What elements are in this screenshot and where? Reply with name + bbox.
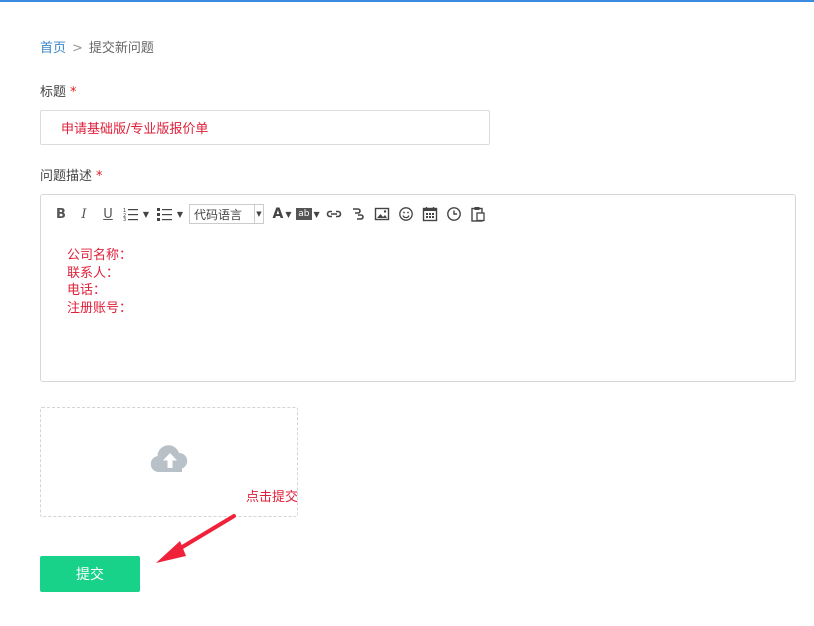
link-icon — [326, 210, 342, 218]
highlight-icon: ab — [296, 208, 312, 220]
bold-button[interactable]: B — [51, 203, 71, 225]
required-mark: * — [70, 85, 77, 100]
description-label: 问题描述 * — [40, 168, 103, 186]
unlink-button[interactable] — [346, 203, 370, 225]
highlight-button[interactable]: ab ▼ — [294, 203, 322, 225]
content-line: 注册账号： — [67, 300, 133, 316]
content-line: 电话： — [67, 283, 107, 298]
code-language-value: 代码语言 — [194, 207, 243, 222]
calendar-icon — [422, 207, 438, 222]
emoji-button[interactable] — [394, 203, 418, 225]
title-label-text: 标题 — [40, 85, 67, 100]
cloud-upload-icon — [150, 445, 188, 473]
editor-content[interactable]: 公司名称： 联系人： 电话： 注册账号： — [67, 247, 132, 317]
date-button[interactable] — [418, 203, 442, 225]
font-color-icon: A — [272, 206, 284, 222]
unlink-icon — [353, 208, 364, 220]
link-button[interactable] — [322, 203, 346, 225]
chevron-down-icon: ▼ — [176, 209, 184, 219]
top-accent-bar — [0, 0, 814, 2]
ordered-list-button[interactable]: 1 2 3 ▼ — [119, 203, 153, 225]
breadcrumb-separator: > — [72, 41, 83, 56]
paste-button[interactable] — [466, 203, 490, 225]
font-color-button[interactable]: A ▼ — [270, 203, 294, 225]
title-label: 标题 * — [40, 84, 77, 102]
required-mark: * — [96, 169, 103, 184]
rich-text-editor[interactable]: B I U 1 2 3 ▼ ▼ 代码语言 ▼ A ▼ ab ▼ 公司名称： 联系… — [40, 194, 796, 382]
unordered-list-button[interactable]: ▼ — [153, 203, 187, 225]
paste-icon — [471, 207, 485, 222]
breadcrumb: 首页 > 提交新问题 — [40, 40, 154, 58]
annotation-arrow-icon — [156, 514, 236, 563]
chevron-down-icon: ▼ — [313, 209, 320, 219]
breadcrumb-current: 提交新问题 — [88, 41, 154, 56]
ordered-list-icon: 1 2 3 — [123, 208, 138, 221]
chevron-down-icon: ▼ — [142, 209, 150, 219]
svg-text:3: 3 — [123, 217, 126, 221]
underline-button[interactable]: U — [97, 203, 119, 225]
italic-button[interactable]: I — [71, 203, 97, 225]
image-button[interactable] — [370, 203, 394, 225]
code-language-select[interactable]: 代码语言 ▼ — [189, 204, 264, 224]
breadcrumb-home-link[interactable]: 首页 — [40, 41, 66, 56]
editor-toolbar: B I U 1 2 3 ▼ ▼ 代码语言 ▼ A ▼ ab ▼ — [51, 203, 490, 225]
unordered-list-icon — [156, 208, 172, 221]
content-line: 公司名称： — [67, 248, 133, 263]
image-icon — [374, 207, 390, 221]
annotation-text: 点击提交 — [246, 490, 299, 505]
description-label-text: 问题描述 — [40, 169, 93, 184]
content-line: 联系人： — [67, 265, 120, 281]
chevron-down-icon: ▼ — [254, 205, 263, 223]
emoji-icon — [399, 207, 413, 221]
clock-icon — [447, 207, 461, 221]
chevron-down-icon: ▼ — [285, 209, 292, 219]
title-input[interactable] — [40, 110, 490, 145]
submit-button[interactable]: 提交 — [40, 556, 140, 592]
time-button[interactable] — [442, 203, 466, 225]
